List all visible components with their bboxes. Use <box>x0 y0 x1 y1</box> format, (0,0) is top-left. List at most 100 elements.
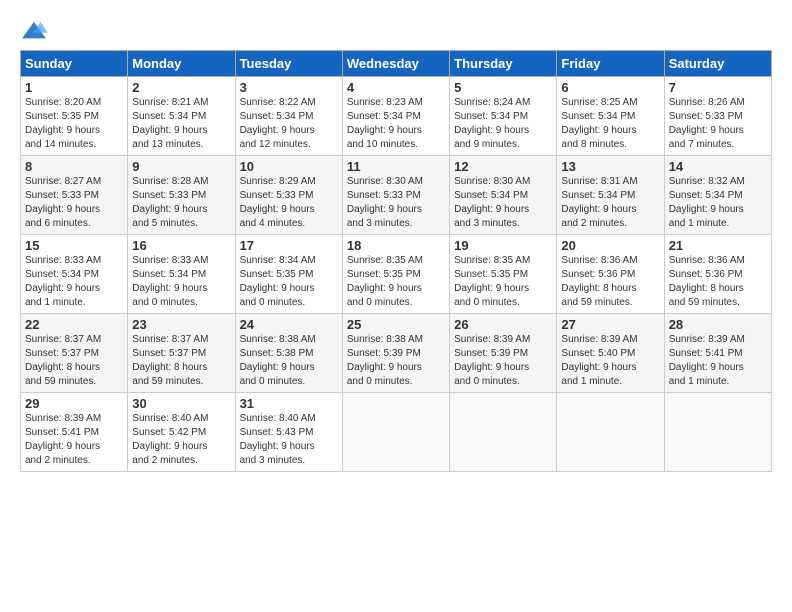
col-header-thursday: Thursday <box>450 51 557 77</box>
week-row-2: 8Sunrise: 8:27 AM Sunset: 5:33 PM Daylig… <box>21 156 772 235</box>
calendar-table: SundayMondayTuesdayWednesdayThursdayFrid… <box>20 50 772 472</box>
day-number: 9 <box>132 159 230 174</box>
main-container: SundayMondayTuesdayWednesdayThursdayFrid… <box>0 0 792 482</box>
day-info: Sunrise: 8:30 AM Sunset: 5:33 PM Dayligh… <box>347 175 445 231</box>
calendar-cell: 13Sunrise: 8:31 AM Sunset: 5:34 PM Dayli… <box>557 156 664 235</box>
day-info: Sunrise: 8:21 AM Sunset: 5:34 PM Dayligh… <box>132 96 230 152</box>
calendar-cell <box>664 393 771 472</box>
day-info: Sunrise: 8:32 AM Sunset: 5:34 PM Dayligh… <box>669 175 767 231</box>
day-number: 7 <box>669 80 767 95</box>
day-number: 25 <box>347 317 445 332</box>
day-info: Sunrise: 8:24 AM Sunset: 5:34 PM Dayligh… <box>454 96 552 152</box>
day-number: 11 <box>347 159 445 174</box>
day-info: Sunrise: 8:31 AM Sunset: 5:34 PM Dayligh… <box>561 175 659 231</box>
day-info: Sunrise: 8:34 AM Sunset: 5:35 PM Dayligh… <box>240 254 338 310</box>
day-info: Sunrise: 8:37 AM Sunset: 5:37 PM Dayligh… <box>132 333 230 389</box>
day-number: 10 <box>240 159 338 174</box>
day-number: 23 <box>132 317 230 332</box>
day-info: Sunrise: 8:33 AM Sunset: 5:34 PM Dayligh… <box>25 254 123 310</box>
calendar-cell: 4Sunrise: 8:23 AM Sunset: 5:34 PM Daylig… <box>342 77 449 156</box>
day-info: Sunrise: 8:37 AM Sunset: 5:37 PM Dayligh… <box>25 333 123 389</box>
day-number: 14 <box>669 159 767 174</box>
calendar-cell: 21Sunrise: 8:36 AM Sunset: 5:36 PM Dayli… <box>664 235 771 314</box>
day-number: 21 <box>669 238 767 253</box>
day-number: 1 <box>25 80 123 95</box>
col-header-wednesday: Wednesday <box>342 51 449 77</box>
week-row-4: 22Sunrise: 8:37 AM Sunset: 5:37 PM Dayli… <box>21 314 772 393</box>
day-info: Sunrise: 8:29 AM Sunset: 5:33 PM Dayligh… <box>240 175 338 231</box>
col-header-friday: Friday <box>557 51 664 77</box>
calendar-cell: 24Sunrise: 8:38 AM Sunset: 5:38 PM Dayli… <box>235 314 342 393</box>
calendar-cell: 12Sunrise: 8:30 AM Sunset: 5:34 PM Dayli… <box>450 156 557 235</box>
day-info: Sunrise: 8:28 AM Sunset: 5:33 PM Dayligh… <box>132 175 230 231</box>
day-number: 13 <box>561 159 659 174</box>
header-row-days: SundayMondayTuesdayWednesdayThursdayFrid… <box>21 51 772 77</box>
calendar-cell: 10Sunrise: 8:29 AM Sunset: 5:33 PM Dayli… <box>235 156 342 235</box>
calendar-cell <box>342 393 449 472</box>
day-info: Sunrise: 8:33 AM Sunset: 5:34 PM Dayligh… <box>132 254 230 310</box>
day-info: Sunrise: 8:25 AM Sunset: 5:34 PM Dayligh… <box>561 96 659 152</box>
calendar-cell <box>557 393 664 472</box>
day-number: 15 <box>25 238 123 253</box>
calendar-cell: 18Sunrise: 8:35 AM Sunset: 5:35 PM Dayli… <box>342 235 449 314</box>
day-number: 19 <box>454 238 552 253</box>
calendar-cell: 14Sunrise: 8:32 AM Sunset: 5:34 PM Dayli… <box>664 156 771 235</box>
day-info: Sunrise: 8:22 AM Sunset: 5:34 PM Dayligh… <box>240 96 338 152</box>
calendar-cell: 30Sunrise: 8:40 AM Sunset: 5:42 PM Dayli… <box>128 393 235 472</box>
calendar-cell: 26Sunrise: 8:39 AM Sunset: 5:39 PM Dayli… <box>450 314 557 393</box>
day-number: 24 <box>240 317 338 332</box>
day-info: Sunrise: 8:35 AM Sunset: 5:35 PM Dayligh… <box>347 254 445 310</box>
day-number: 17 <box>240 238 338 253</box>
day-number: 4 <box>347 80 445 95</box>
day-number: 2 <box>132 80 230 95</box>
day-number: 18 <box>347 238 445 253</box>
day-info: Sunrise: 8:38 AM Sunset: 5:38 PM Dayligh… <box>240 333 338 389</box>
calendar-cell: 17Sunrise: 8:34 AM Sunset: 5:35 PM Dayli… <box>235 235 342 314</box>
col-header-saturday: Saturday <box>664 51 771 77</box>
day-number: 5 <box>454 80 552 95</box>
day-info: Sunrise: 8:20 AM Sunset: 5:35 PM Dayligh… <box>25 96 123 152</box>
calendar-cell: 1Sunrise: 8:20 AM Sunset: 5:35 PM Daylig… <box>21 77 128 156</box>
day-number: 6 <box>561 80 659 95</box>
calendar-cell: 9Sunrise: 8:28 AM Sunset: 5:33 PM Daylig… <box>128 156 235 235</box>
calendar-cell: 29Sunrise: 8:39 AM Sunset: 5:41 PM Dayli… <box>21 393 128 472</box>
day-number: 8 <box>25 159 123 174</box>
day-info: Sunrise: 8:39 AM Sunset: 5:41 PM Dayligh… <box>25 412 123 468</box>
day-number: 22 <box>25 317 123 332</box>
calendar-cell: 15Sunrise: 8:33 AM Sunset: 5:34 PM Dayli… <box>21 235 128 314</box>
week-row-3: 15Sunrise: 8:33 AM Sunset: 5:34 PM Dayli… <box>21 235 772 314</box>
day-number: 29 <box>25 396 123 411</box>
day-number: 26 <box>454 317 552 332</box>
day-number: 30 <box>132 396 230 411</box>
day-number: 12 <box>454 159 552 174</box>
calendar-cell: 22Sunrise: 8:37 AM Sunset: 5:37 PM Dayli… <box>21 314 128 393</box>
day-info: Sunrise: 8:39 AM Sunset: 5:40 PM Dayligh… <box>561 333 659 389</box>
logo-icon <box>20 20 48 42</box>
day-number: 27 <box>561 317 659 332</box>
day-info: Sunrise: 8:39 AM Sunset: 5:39 PM Dayligh… <box>454 333 552 389</box>
calendar-cell: 2Sunrise: 8:21 AM Sunset: 5:34 PM Daylig… <box>128 77 235 156</box>
week-row-5: 29Sunrise: 8:39 AM Sunset: 5:41 PM Dayli… <box>21 393 772 472</box>
day-info: Sunrise: 8:36 AM Sunset: 5:36 PM Dayligh… <box>561 254 659 310</box>
day-info: Sunrise: 8:40 AM Sunset: 5:43 PM Dayligh… <box>240 412 338 468</box>
calendar-cell: 3Sunrise: 8:22 AM Sunset: 5:34 PM Daylig… <box>235 77 342 156</box>
calendar-cell: 31Sunrise: 8:40 AM Sunset: 5:43 PM Dayli… <box>235 393 342 472</box>
calendar-cell: 19Sunrise: 8:35 AM Sunset: 5:35 PM Dayli… <box>450 235 557 314</box>
header-row <box>20 16 772 42</box>
calendar-cell: 5Sunrise: 8:24 AM Sunset: 5:34 PM Daylig… <box>450 77 557 156</box>
calendar-cell: 25Sunrise: 8:38 AM Sunset: 5:39 PM Dayli… <box>342 314 449 393</box>
col-header-monday: Monday <box>128 51 235 77</box>
calendar-cell: 20Sunrise: 8:36 AM Sunset: 5:36 PM Dayli… <box>557 235 664 314</box>
calendar-cell: 8Sunrise: 8:27 AM Sunset: 5:33 PM Daylig… <box>21 156 128 235</box>
calendar-cell: 28Sunrise: 8:39 AM Sunset: 5:41 PM Dayli… <box>664 314 771 393</box>
logo <box>20 20 50 42</box>
calendar-cell: 11Sunrise: 8:30 AM Sunset: 5:33 PM Dayli… <box>342 156 449 235</box>
calendar-cell <box>450 393 557 472</box>
calendar-cell: 7Sunrise: 8:26 AM Sunset: 5:33 PM Daylig… <box>664 77 771 156</box>
calendar-cell: 6Sunrise: 8:25 AM Sunset: 5:34 PM Daylig… <box>557 77 664 156</box>
day-number: 20 <box>561 238 659 253</box>
calendar-cell: 23Sunrise: 8:37 AM Sunset: 5:37 PM Dayli… <box>128 314 235 393</box>
day-info: Sunrise: 8:30 AM Sunset: 5:34 PM Dayligh… <box>454 175 552 231</box>
day-info: Sunrise: 8:23 AM Sunset: 5:34 PM Dayligh… <box>347 96 445 152</box>
day-info: Sunrise: 8:39 AM Sunset: 5:41 PM Dayligh… <box>669 333 767 389</box>
